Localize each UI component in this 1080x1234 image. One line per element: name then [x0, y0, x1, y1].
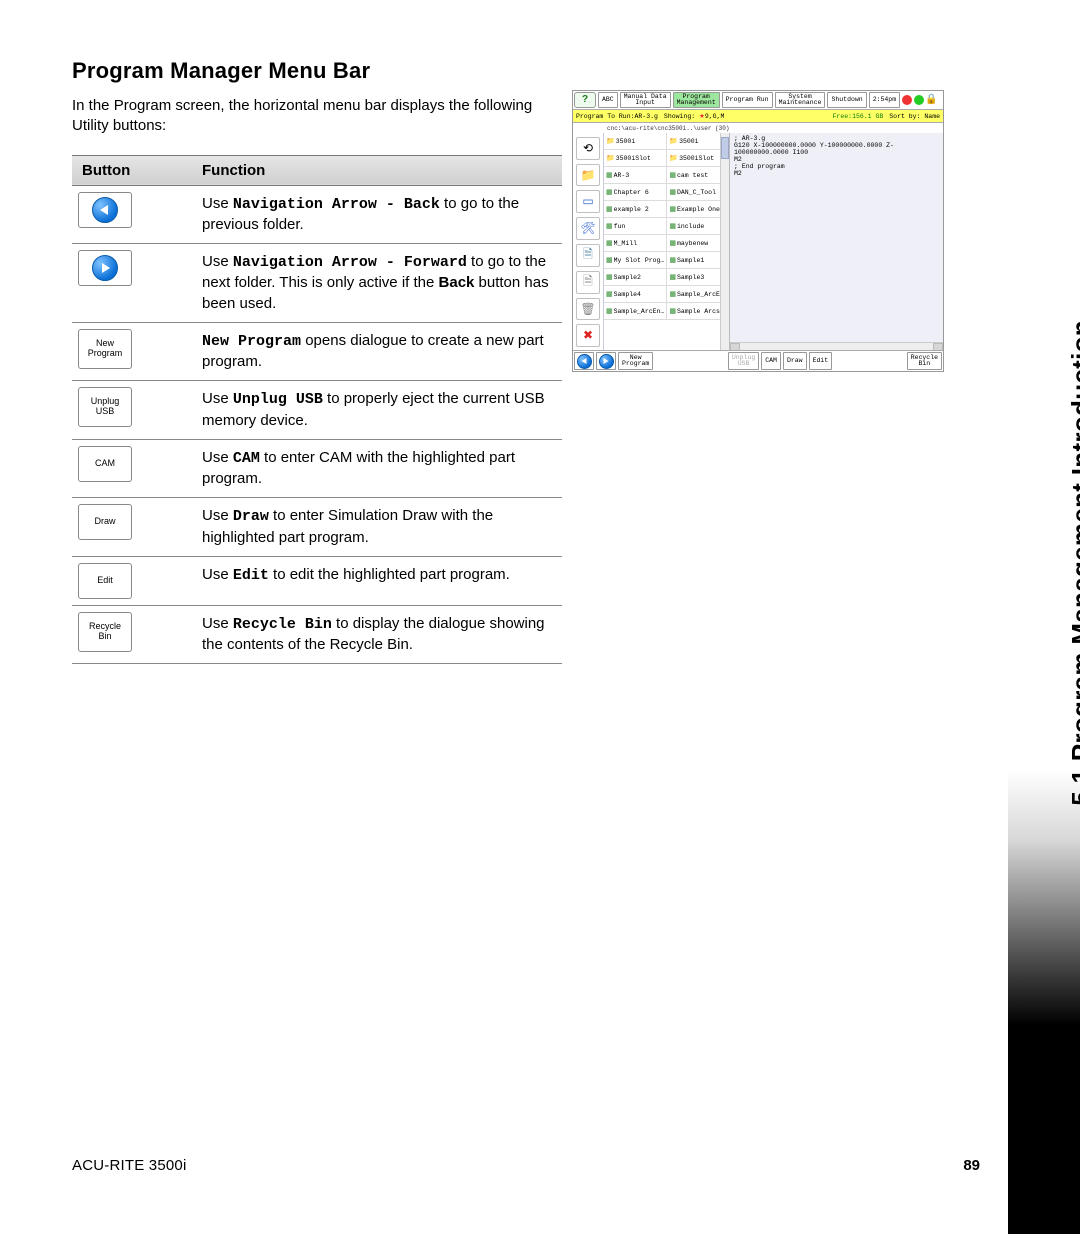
- row-edit-desc: Use Edit to edit the highlighted part pr…: [192, 556, 562, 605]
- shot-edit: Edit: [809, 352, 833, 370]
- lock-icon: 🔒: [925, 94, 937, 106]
- unplug-usb-button: Unplug USB: [78, 387, 132, 427]
- status-green-icon: [914, 95, 924, 105]
- button-function-table: Button Function Use Navigation Arrow - B…: [72, 155, 562, 665]
- status-red-icon: [902, 95, 912, 105]
- tab-program-management: Program Management: [673, 92, 720, 108]
- forward-arrow-button: [78, 250, 132, 286]
- document-icon: 🗎: [576, 244, 600, 267]
- row-draw-desc: Use Draw to enter Simulation Draw with t…: [192, 498, 562, 557]
- tab-program-run: Program Run: [722, 92, 773, 108]
- row-fwd-desc: Use Navigation Arrow - Forward to go to …: [192, 244, 562, 323]
- col-function: Function: [192, 155, 562, 185]
- docs-icon: 🗎: [576, 271, 600, 294]
- tools-icon: 🛠: [576, 217, 600, 240]
- row-unplug-desc: Use Unplug USB to properly eject the cur…: [192, 381, 562, 440]
- shot-new-program: New Program: [618, 352, 653, 370]
- col-button: Button: [72, 155, 192, 185]
- draw-button: Draw: [78, 504, 132, 540]
- side-icon-column: ⟲ 📁 ▭ 🛠 🗎 🗎 🗑 ✖: [573, 133, 604, 351]
- delete-icon: ✖: [576, 324, 600, 347]
- shot-back-button: [574, 352, 594, 370]
- intro-text: In the Program screen, the horizontal me…: [72, 96, 562, 137]
- cam-button: CAM: [78, 446, 132, 482]
- section-banner: 5.1 Program Management Introduction: [1008, 0, 1080, 1234]
- row-newprog-desc: New Program opens dialogue to create a n…: [192, 322, 562, 381]
- trash-icon: 🗑: [576, 298, 600, 321]
- recycle-bin-button: Recycle Bin: [78, 612, 132, 652]
- section-title: 5.1 Program Management Introduction: [1066, 320, 1080, 806]
- help-icon: ?: [574, 92, 596, 108]
- file-preview: ; AR-3.gG120 X-100000000.0000 Y-10000000…: [730, 133, 943, 351]
- arrow-left-icon: [92, 197, 118, 223]
- row-cam-desc: Use CAM to enter CAM with the highlighte…: [192, 439, 562, 498]
- page-heading: Program Manager Menu Bar: [72, 58, 562, 84]
- edit-button: Edit: [78, 563, 132, 599]
- status-program: Program To Run:AR-3.g: [576, 113, 658, 120]
- arrow-right-icon: [599, 354, 614, 369]
- shot-recycle-bin: Recycle Bin: [907, 352, 942, 370]
- arrow-left-icon: [577, 354, 592, 369]
- status-sort: Sort by: Name: [889, 113, 940, 120]
- clock-label: 2:54pm: [869, 92, 900, 108]
- page-number: 89: [963, 1157, 980, 1174]
- shot-cam: CAM: [761, 352, 781, 370]
- back-arrow-button: [78, 192, 132, 228]
- file-list: 3500i3500i3500iSlot3500iSlotAR-3cam test…: [604, 133, 730, 351]
- product-label: ACU-RITE 3500i: [72, 1157, 187, 1174]
- row-recycle-desc: Use Recycle Bin to display the dialogue …: [192, 605, 562, 664]
- folder-icon: 📁: [576, 164, 600, 187]
- row-back-desc: Use Navigation Arrow - Back to go to the…: [192, 185, 562, 244]
- status-free: Free:156.1 GB: [833, 113, 884, 120]
- shot-draw: Draw: [783, 352, 807, 370]
- tab-shutdown: Shutdown: [827, 92, 866, 108]
- shot-unplug-usb: Unplug USB: [728, 352, 759, 370]
- refresh-icon: ⟲: [576, 137, 600, 160]
- scrollbar-vertical: [720, 133, 729, 351]
- new-program-button: New Program: [78, 329, 132, 369]
- tab-mdi: Manual Data Input: [620, 92, 671, 108]
- arrow-right-icon: [92, 255, 118, 281]
- tab-abc: ABC: [598, 92, 618, 108]
- status-showing: Showing:: [664, 113, 695, 120]
- program-manager-screenshot: ? ABC Manual Data Input Program Manageme…: [572, 90, 944, 372]
- shot-fwd-button: [596, 352, 616, 370]
- screen-icon: ▭: [576, 190, 600, 213]
- tab-system-maint: System Maintenance: [775, 92, 826, 108]
